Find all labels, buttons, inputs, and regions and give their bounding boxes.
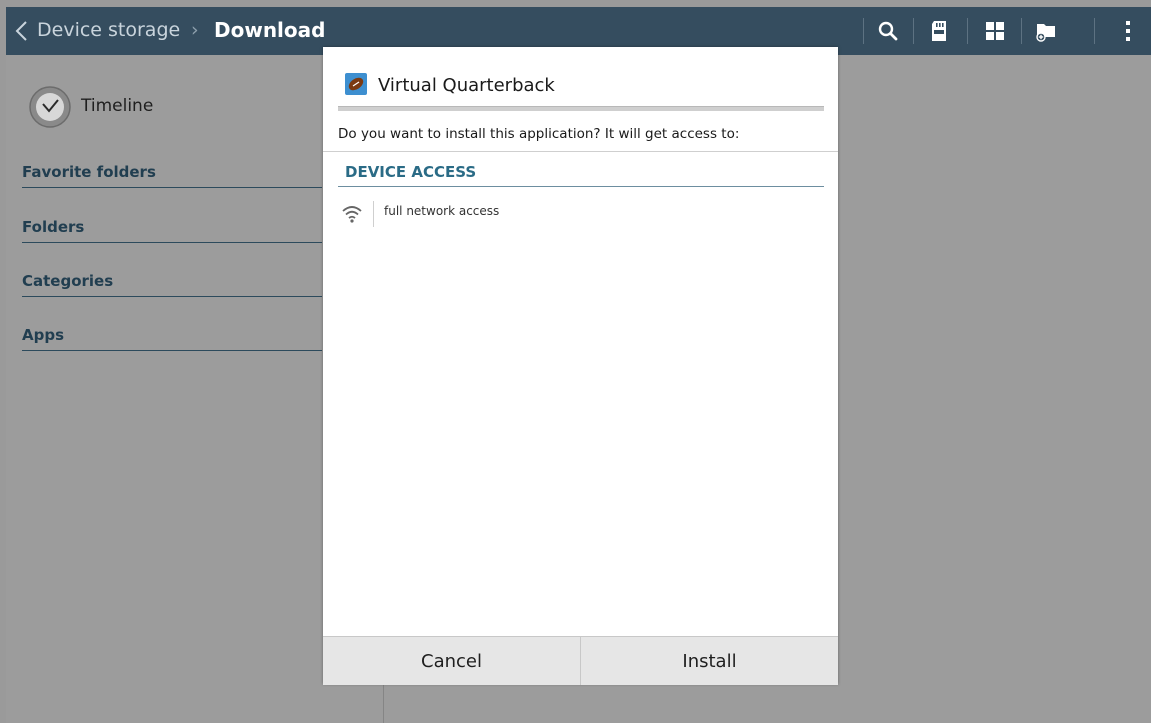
section-label: Folders — [22, 218, 85, 236]
section-rule — [338, 186, 824, 187]
divider — [1094, 18, 1095, 44]
divider — [323, 151, 838, 152]
permission-item[interactable]: full network access — [338, 199, 824, 233]
cancel-button[interactable]: Cancel — [323, 637, 580, 685]
progress-bar — [338, 106, 824, 111]
divider — [913, 18, 914, 44]
divider — [967, 18, 968, 44]
wifi-icon — [342, 206, 362, 223]
breadcrumb-device-storage[interactable]: Device storage — [37, 19, 180, 41]
sd-card-icon[interactable] — [925, 17, 953, 45]
timeline-label: Timeline — [81, 96, 154, 116]
grid-view-icon[interactable] — [981, 17, 1009, 45]
section-favorite-folders[interactable]: Favorite folders — [22, 159, 322, 188]
dialog-title: Virtual Quarterback — [378, 75, 555, 96]
section-title: DEVICE ACCESS — [345, 163, 477, 181]
divider — [373, 201, 374, 227]
permission-label: full network access — [384, 204, 500, 218]
section-label: Categories — [22, 272, 114, 290]
button-bar: Cancel Install — [323, 636, 838, 685]
install-button[interactable]: Install — [581, 637, 838, 685]
section-categories[interactable]: Categories — [22, 268, 322, 297]
section-folders[interactable]: Folders — [22, 214, 322, 243]
section-apps[interactable]: Apps — [22, 322, 322, 351]
section-label: Apps — [22, 326, 65, 344]
search-icon[interactable] — [874, 17, 902, 45]
divider — [1021, 18, 1022, 44]
install-dialog: Virtual Quarterback Do you want to insta… — [323, 47, 838, 685]
back-icon[interactable] — [12, 19, 32, 43]
breadcrumb-separator: › — [191, 19, 199, 41]
app-icon — [345, 73, 367, 95]
install-question: Do you want to install this application?… — [338, 126, 740, 142]
divider — [863, 18, 864, 44]
new-folder-icon[interactable] — [1032, 17, 1060, 45]
clock-icon — [29, 86, 71, 128]
timeline-item[interactable]: Timeline — [28, 85, 328, 133]
app-window: Device storage › Download Timeline Favor… — [6, 7, 1151, 723]
section-label: Favorite folders — [22, 163, 156, 181]
breadcrumb-download: Download — [214, 18, 326, 42]
overflow-menu-icon[interactable] — [1114, 17, 1142, 45]
